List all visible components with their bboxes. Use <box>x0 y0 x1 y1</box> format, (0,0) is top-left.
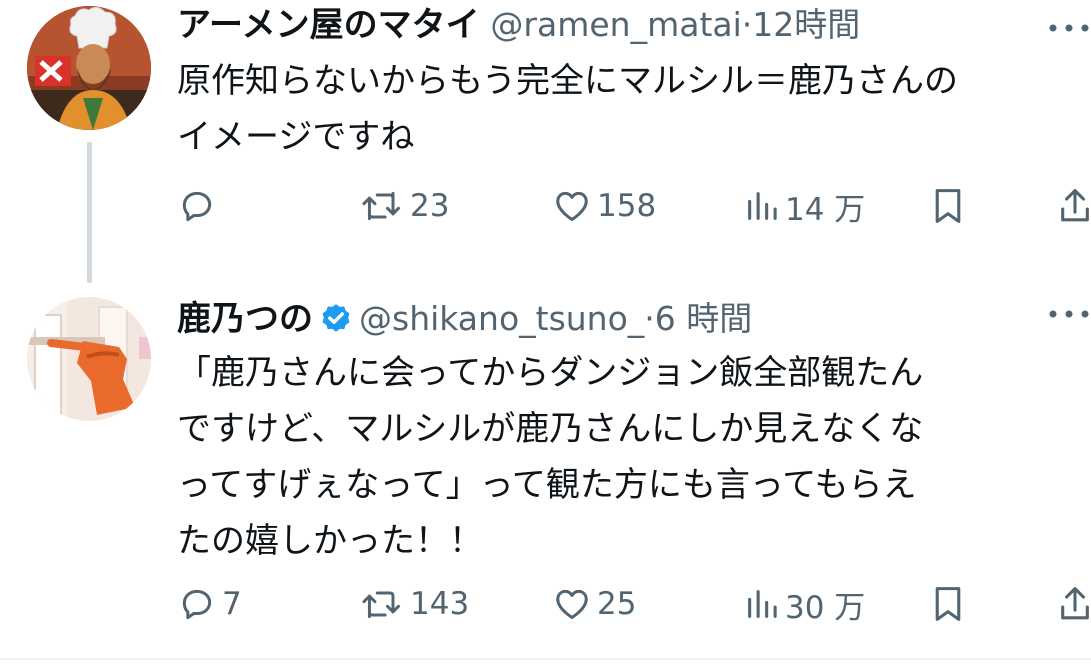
tweet-text-line: たの嬉しかった！！ <box>177 521 483 561</box>
more-icon[interactable] <box>1047 306 1091 320</box>
retweet-button[interactable]: 143 <box>360 579 469 629</box>
like-count: 25 <box>597 586 637 622</box>
views-icon <box>748 590 777 618</box>
verified-badge-icon <box>322 304 350 332</box>
display-name[interactable]: 鹿乃つの <box>177 299 313 339</box>
share-icon <box>1061 587 1089 620</box>
timestamp[interactable]: 6 時間 <box>655 299 753 338</box>
views-button[interactable]: 30 万 <box>745 579 865 629</box>
retweet-count: 143 <box>410 586 470 622</box>
tweet-text: 「鹿乃さんに会ってからダンジョン飯全部観たん ですけど、マルシルが鹿乃さんにしか… <box>177 345 1052 569</box>
reply-icon <box>182 589 212 620</box>
tweet-text-line: 「鹿乃さんに会ってからダンジョン飯全部観たん <box>177 353 924 393</box>
user-handle[interactable]: @shikano_tsuno_ <box>359 299 644 338</box>
bookmark-button[interactable] <box>931 579 965 629</box>
share-button[interactable] <box>1058 579 1091 629</box>
tweet[interactable]: 鹿乃つの @shikano_tsuno_·6 時間 「鹿乃さんに会ってからダンジ… <box>0 0 1091 626</box>
heart-icon <box>556 589 588 619</box>
bookmark-icon <box>935 587 961 621</box>
reply-button[interactable]: 7 <box>178 579 242 629</box>
tweet-text-line: ってすげぇなって」って観た方にも言ってもらえ <box>177 465 917 505</box>
divider <box>0 658 1091 660</box>
tweet-text-line: ですけど、マルシルが鹿乃さんにしか見えなくな <box>177 409 924 449</box>
retweet-icon <box>362 591 400 619</box>
reply-count: 7 <box>222 586 242 622</box>
separator-dot: · <box>644 299 655 338</box>
avatar[interactable] <box>27 297 151 421</box>
tweet-header: 鹿乃つの @shikano_tsuno_·6 時間 <box>177 297 752 341</box>
like-button[interactable]: 25 <box>553 579 636 629</box>
views-count: 30 万 <box>785 589 866 626</box>
avatar-image <box>27 297 151 421</box>
action-bar: 7 143 25 30 万 <box>0 579 1091 629</box>
